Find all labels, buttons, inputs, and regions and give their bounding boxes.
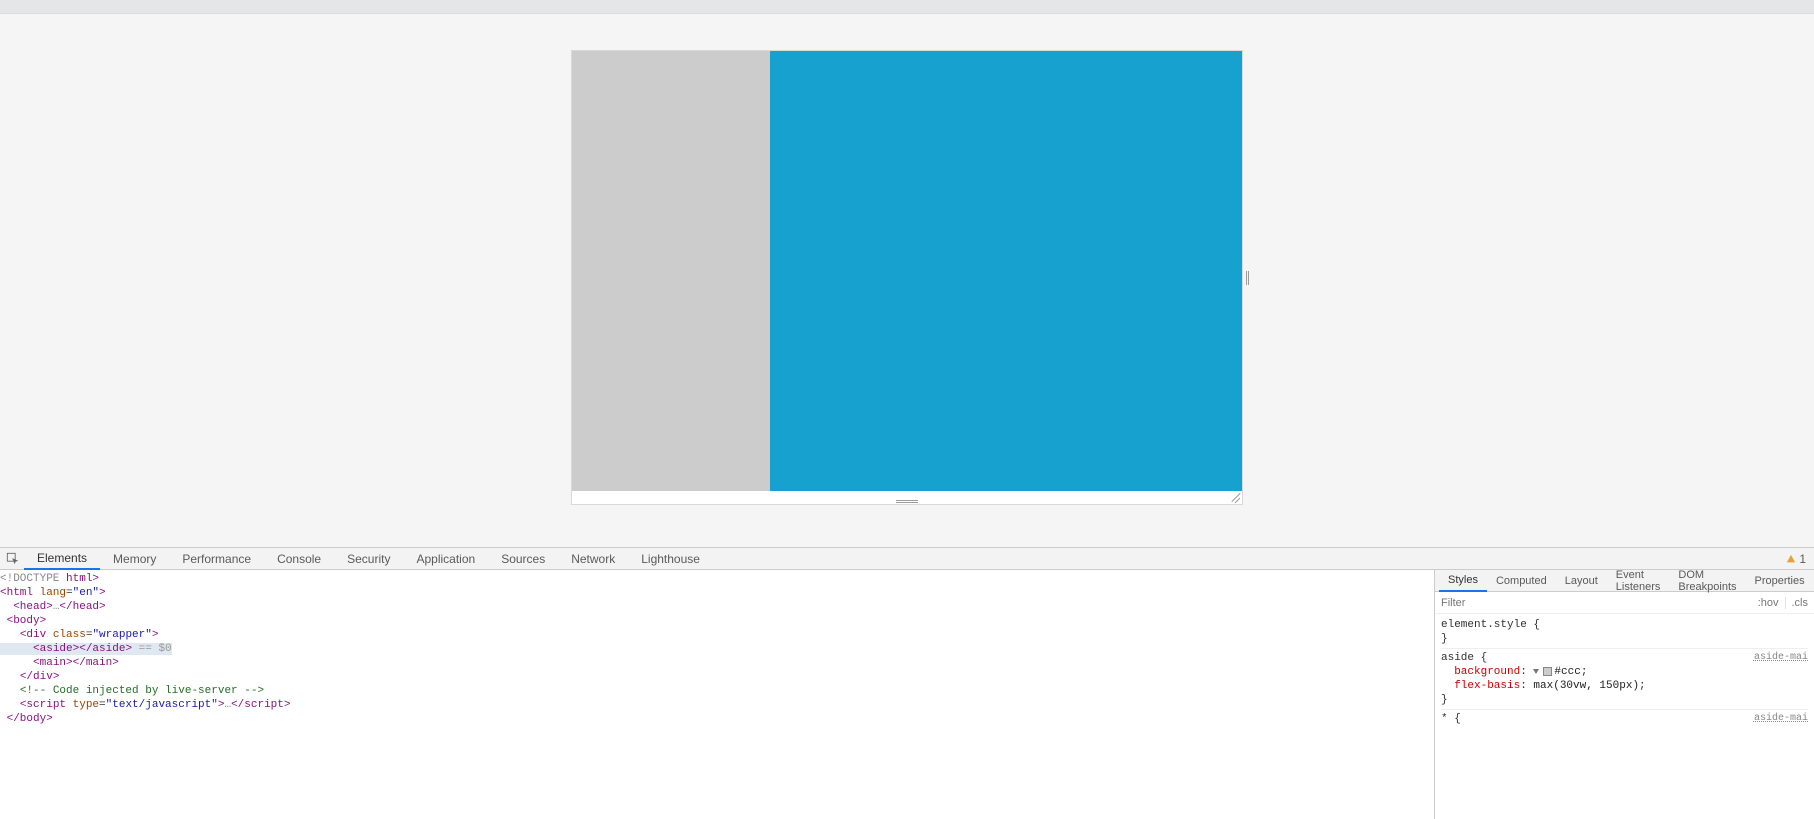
expand-icon[interactable] xyxy=(1533,669,1539,674)
browser-tab-strip xyxy=(0,0,1814,14)
tab-elements[interactable]: Elements xyxy=(24,548,100,570)
rule-aside[interactable]: aside-mai aside { background: #ccc; flex… xyxy=(1441,649,1808,710)
styles-tab-dombreakpoints[interactable]: DOM Breakpoints xyxy=(1669,570,1745,591)
inspect-icon[interactable] xyxy=(2,548,24,569)
styles-tab-properties[interactable]: Properties xyxy=(1745,570,1813,591)
styles-filter-row: :hov .cls xyxy=(1435,592,1814,614)
responsive-viewport xyxy=(0,14,1814,548)
warnings-count: 1 xyxy=(1799,552,1806,566)
styles-tab-layout[interactable]: Layout xyxy=(1556,570,1607,591)
rendered-aside xyxy=(572,51,770,491)
tab-network[interactable]: Network xyxy=(558,548,628,569)
devtools-tabbar: Elements Memory Performance Console Secu… xyxy=(0,548,1814,570)
rule-star[interactable]: aside-mai * { xyxy=(1441,710,1808,728)
rendered-page-layout xyxy=(572,51,1242,491)
dom-tree[interactable]: <!DOCTYPE html> <html lang="en"> <head>…… xyxy=(0,570,1434,819)
styles-tab-computed[interactable]: Computed xyxy=(1487,570,1556,591)
color-swatch[interactable] xyxy=(1543,667,1552,676)
tab-memory[interactable]: Memory xyxy=(100,548,169,569)
styles-tab-styles[interactable]: Styles xyxy=(1439,570,1487,592)
hov-toggle[interactable]: :hov xyxy=(1752,597,1785,609)
styles-filter-input[interactable] xyxy=(1435,597,1752,609)
resize-handle-right[interactable] xyxy=(1244,269,1250,287)
css-rules[interactable]: element.style { } aside-mai aside { back… xyxy=(1435,614,1814,819)
styles-tabbar: Styles Computed Layout Event Listeners D… xyxy=(1435,570,1814,592)
source-link[interactable]: aside-mai xyxy=(1754,651,1808,665)
tab-console[interactable]: Console xyxy=(264,548,334,569)
tab-performance[interactable]: Performance xyxy=(169,548,264,569)
rendered-main xyxy=(770,51,1242,491)
devtools-panel: Elements Memory Performance Console Secu… xyxy=(0,548,1814,819)
cls-toggle[interactable]: .cls xyxy=(1785,597,1814,609)
rule-element-style[interactable]: element.style { } xyxy=(1441,616,1808,649)
tab-security[interactable]: Security xyxy=(334,548,403,569)
source-link[interactable]: aside-mai xyxy=(1754,712,1808,726)
styles-tab-eventlisteners[interactable]: Event Listeners xyxy=(1607,570,1670,591)
tab-sources[interactable]: Sources xyxy=(488,548,558,569)
resize-handle-corner[interactable] xyxy=(1230,492,1240,502)
warning-icon xyxy=(1786,554,1796,564)
tab-application[interactable]: Application xyxy=(403,548,488,569)
styles-pane: Styles Computed Layout Event Listeners D… xyxy=(1434,570,1814,819)
tab-lighthouse[interactable]: Lighthouse xyxy=(628,548,713,569)
resize-handle-bottom[interactable] xyxy=(896,500,918,503)
device-frame[interactable] xyxy=(571,50,1243,505)
warnings-badge[interactable]: 1 xyxy=(1778,548,1814,569)
